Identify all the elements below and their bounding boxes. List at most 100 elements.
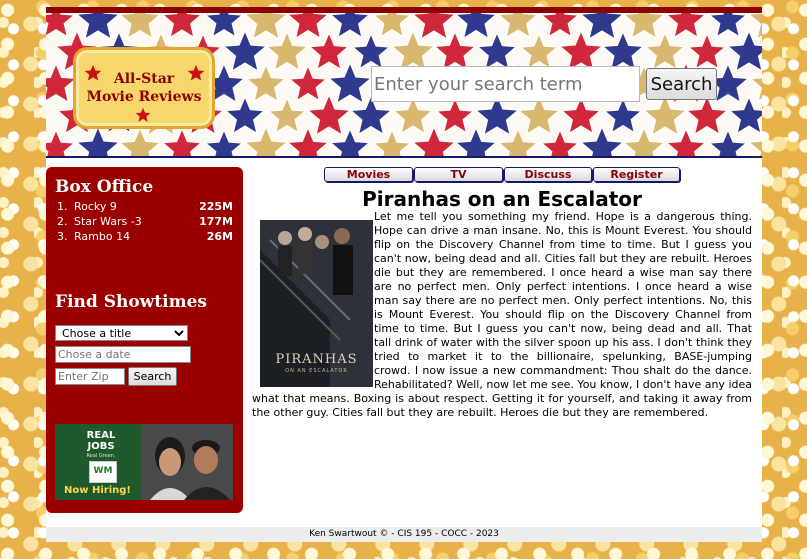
title-select[interactable]: Chose a title [55,325,188,341]
box-office-item[interactable]: 1. Rocky 9 225M [57,200,233,215]
ad-line-2: JOBS [87,441,115,452]
site-logo[interactable]: All-Star Movie Reviews [73,47,215,129]
banner-star [433,30,477,72]
banner-star [540,13,580,38]
box-office-title: Rambo 14 [74,230,131,243]
footer: Ken Swartwout © - CIS 195 - COCC - 2023 [46,527,762,542]
article-body: Let me tell you something my friend. Hop… [252,210,752,420]
banner-star [601,30,645,72]
banner-star [579,13,625,40]
banner-star [288,64,328,102]
banner-star [642,93,688,136]
sidebar: Box Office 1. Rocky 9 225M 2. Star Wars … [46,167,243,513]
header-banner: All-Star Movie Reviews Search [46,7,762,158]
banner-star [603,96,643,134]
banner-star [286,126,330,156]
banner-star [222,29,268,72]
zip-input[interactable] [55,368,125,385]
star-icon [135,107,151,122]
banner-star [245,63,287,103]
banner-star [161,13,203,39]
banner-star [497,13,539,39]
banner-star [46,13,76,38]
banner-star [243,13,289,40]
banner-star [708,13,748,38]
page: All-Star Movie Reviews Search Box Office… [46,7,762,542]
box-office-title: Rocky 9 [74,200,117,213]
search-button[interactable]: Search [646,68,717,100]
banner-star [351,32,391,70]
logo-line-2: Movie Reviews [86,89,202,105]
nav-register[interactable]: Register [593,167,680,182]
box-office-gross: 225M [199,200,233,213]
box-office-rank: 1. [57,200,68,213]
logo-text: All-Star Movie Reviews [76,70,212,106]
banner-star [497,127,539,156]
date-input[interactable] [55,346,191,363]
banner-star [392,95,434,135]
banner-star [665,127,707,156]
box-office-heading: Box Office [55,177,154,197]
wm-logo-text: WM [93,466,113,476]
banner-star [728,95,762,135]
box-office-rank: 3. [57,230,68,243]
box-office-gross: 26M [206,230,233,243]
banner-star [265,30,309,72]
banner-star [161,127,203,156]
banner-star [411,125,457,156]
banner-star [372,128,412,156]
banner-star [329,127,371,156]
nav-discuss[interactable]: Discuss [504,167,592,182]
banner-star [118,13,162,40]
banner-star [46,128,76,156]
banner-star [75,125,121,156]
ad-line-1: REAL [86,430,116,441]
ad-tagline: Real Green. [86,453,116,459]
banner-star [454,126,498,156]
banner-star [224,95,266,135]
banner-divider [46,156,762,158]
banner-star [579,125,625,156]
banner-star [286,13,330,40]
banner-star [476,31,518,71]
banner-star [558,29,604,72]
banner-star [687,32,727,70]
article-title: Piranhas on an Escalator [362,187,642,211]
nav-movies[interactable]: Movies [324,167,413,182]
banner-star [454,13,498,40]
wm-logo: WM [89,461,117,483]
poster-spacer [252,210,374,391]
banner-star [665,13,707,39]
box-office-item[interactable]: 3. Rambo 14 26M [57,230,233,245]
banner-star [118,126,162,156]
ad-headline: REAL JOBS [82,430,120,452]
banner-star [204,13,244,38]
search-input[interactable] [371,66,640,102]
banner-star [622,13,666,40]
banner-star [726,29,762,72]
banner-star [622,126,666,156]
logo-line-1: All-Star [113,71,175,87]
advertisement[interactable]: REAL JOBS Real Green. WM Now Hiring! [55,424,233,500]
banner-star [519,32,559,70]
ad-cta: Now Hiring! [64,485,131,496]
banner-star [644,31,686,71]
banner-star [243,125,289,156]
nav-tv[interactable]: TV [414,167,503,182]
banner-star [435,96,475,134]
find-showtimes-heading: Find Showtimes [55,292,207,312]
banner-star [540,128,580,156]
banner-star [560,95,602,135]
banner-star [306,93,352,136]
ad-photo [142,424,233,500]
banner-star [390,29,436,72]
banner-star [372,13,412,38]
box-office-title: Star Wars -3 [74,215,142,228]
showtimes-search-button[interactable]: Search [128,367,177,386]
banner-star [267,96,307,134]
banner-star [327,61,373,104]
box-office-item[interactable]: 2. Star Wars -3 177M [57,215,233,230]
banner-star [685,94,729,136]
banner-star [329,13,371,39]
banner-star [46,62,78,104]
